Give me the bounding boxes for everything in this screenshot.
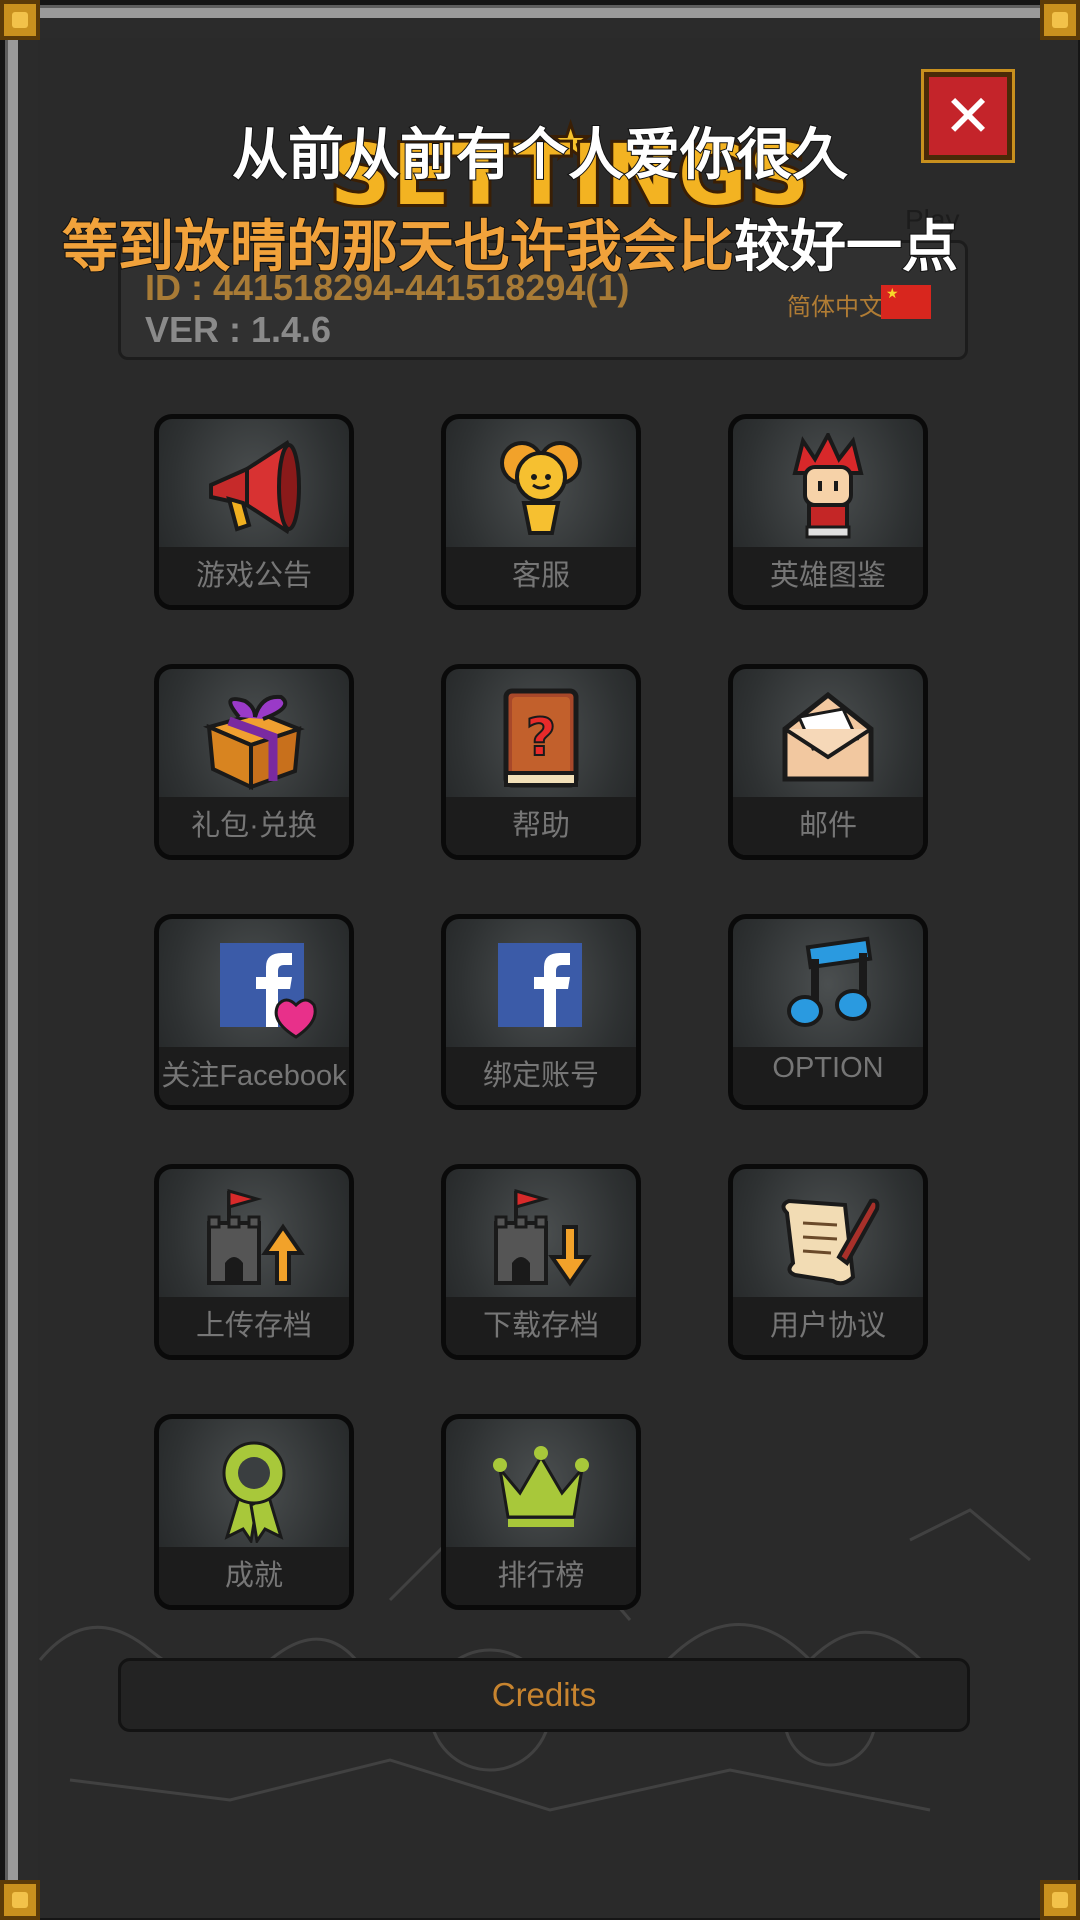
crown-icon xyxy=(493,1446,589,1527)
version-label: VER : 1.4.6 xyxy=(145,309,332,350)
china-flag-icon[interactable]: ★ xyxy=(881,285,931,319)
notice-button[interactable]: 游戏公告 xyxy=(154,414,354,610)
button-label: 客服 xyxy=(511,560,570,592)
button-label: OPTION xyxy=(772,1052,884,1084)
music-notes-icon xyxy=(787,936,873,1027)
castle-upload-icon xyxy=(207,1189,305,1285)
svg-text:?: ? xyxy=(526,708,556,768)
upload-save-button[interactable]: 上传存档 xyxy=(154,1164,354,1360)
button-label: 帮助 xyxy=(511,810,570,842)
leaderboard-button[interactable]: 排行榜 xyxy=(441,1414,641,1610)
option-button[interactable]: OPTION xyxy=(728,914,928,1110)
button-label: 游戏公告 xyxy=(195,560,312,592)
scroll-quill-icon xyxy=(781,1198,880,1286)
user-agreement-button[interactable]: 用户协议 xyxy=(728,1164,928,1360)
overlay-subtitle-line2-part1: 等到放晴的那天也许我会比 xyxy=(61,214,735,281)
facebook-icon xyxy=(498,943,582,1027)
credits-label: Credits xyxy=(491,1676,597,1713)
facebook-heart-icon xyxy=(220,943,317,1039)
achievements-button[interactable]: 成就 xyxy=(154,1414,354,1610)
follow-facebook-button[interactable]: 关注Facebook xyxy=(154,914,354,1110)
corner-ornament xyxy=(1040,0,1080,40)
help-book-icon: ? xyxy=(503,688,579,788)
button-label: 礼包·兑换 xyxy=(191,810,317,842)
button-label: 用户协议 xyxy=(769,1310,886,1342)
fairy-icon xyxy=(500,441,582,535)
hero-book-button[interactable]: 英雄图鉴 xyxy=(728,414,928,610)
button-label: 关注Facebook xyxy=(161,1060,347,1092)
button-label: 成就 xyxy=(224,1560,283,1592)
help-button[interactable]: ? 帮助 xyxy=(441,664,641,860)
ribbon-medal-icon xyxy=(222,1441,286,1543)
mail-button[interactable]: 邮件 xyxy=(728,664,928,860)
support-button[interactable]: 客服 xyxy=(441,414,641,610)
castle-download-icon xyxy=(494,1189,592,1287)
button-label: 邮件 xyxy=(798,810,857,842)
overlay-subtitle-line2-part2: 较好一点 xyxy=(733,214,959,281)
language-label[interactable]: 简体中文 xyxy=(787,287,883,322)
download-save-button[interactable]: 下载存档 xyxy=(441,1164,641,1360)
gift-box-icon xyxy=(202,694,305,791)
hero-icon xyxy=(792,433,864,539)
overlay-subtitle-line2: 等到放晴的那天也许我会比较好一点 xyxy=(61,202,1020,283)
gift-redeem-button[interactable]: 礼包·兑换 xyxy=(154,664,354,860)
corner-ornament xyxy=(0,0,40,40)
button-label: 下载存档 xyxy=(482,1310,599,1342)
envelope-icon xyxy=(782,691,874,782)
button-label: 英雄图鉴 xyxy=(769,560,886,592)
button-label: 排行榜 xyxy=(497,1560,585,1592)
credits-button[interactable]: Credits xyxy=(118,1658,970,1732)
megaphone-icon xyxy=(209,439,301,535)
button-label: 上传存档 xyxy=(195,1310,312,1342)
overlay-subtitle-line1: 从前从前有个人爱你很久 xyxy=(231,122,849,189)
link-account-button[interactable]: 绑定账号 xyxy=(441,914,641,1110)
button-label: 绑定账号 xyxy=(482,1060,599,1092)
